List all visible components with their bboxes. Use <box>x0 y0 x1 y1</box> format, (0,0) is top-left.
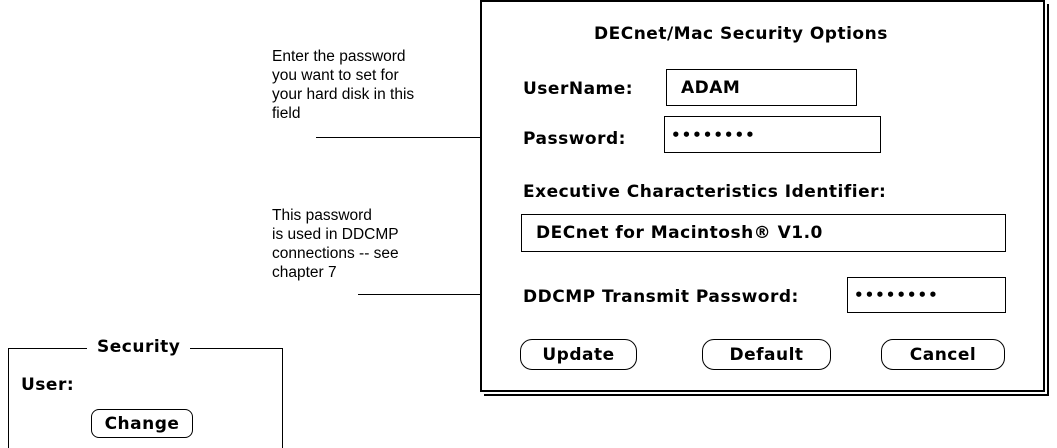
password-label: Password: <box>523 129 626 149</box>
security-options-dialog: DECnet/Mac Security Options UserName: AD… <box>480 0 1045 392</box>
password-field[interactable]: •••••••• <box>664 116 881 153</box>
username-field[interactable]: ADAM <box>666 69 857 106</box>
default-button[interactable]: Default <box>702 339 831 370</box>
security-panel: Security User: Change <box>8 337 283 448</box>
security-panel-title: Security <box>87 337 191 357</box>
ddcmp-password-field[interactable]: •••••••• <box>847 277 1006 313</box>
cancel-button[interactable]: Cancel <box>881 339 1005 370</box>
update-button[interactable]: Update <box>520 339 637 370</box>
password-value: •••••••• <box>671 125 756 144</box>
change-button[interactable]: Change <box>91 409 193 438</box>
default-button-label: Default <box>729 344 804 365</box>
ddcmp-callout-text: This password is used in DDCMP connectio… <box>272 207 399 281</box>
security-user-label: User: <box>21 375 75 395</box>
ddcmp-password-value: •••••••• <box>854 286 939 304</box>
ddcmp-label: DDCMP Transmit Password: <box>523 287 799 307</box>
username-value: ADAM <box>681 77 741 98</box>
update-button-label: Update <box>542 344 615 365</box>
eci-value: DECnet for Macintosh® V1.0 <box>536 223 823 243</box>
eci-field[interactable]: DECnet for Macintosh® V1.0 <box>521 214 1006 252</box>
change-button-label: Change <box>104 413 180 434</box>
username-label: UserName: <box>523 79 634 99</box>
cancel-button-label: Cancel <box>909 344 977 365</box>
password-callout-text: Enter the password you want to set for y… <box>272 48 415 122</box>
dialog-title: DECnet/Mac Security Options <box>594 24 888 44</box>
eci-label: Executive Characteristics Identifier: <box>523 182 887 202</box>
